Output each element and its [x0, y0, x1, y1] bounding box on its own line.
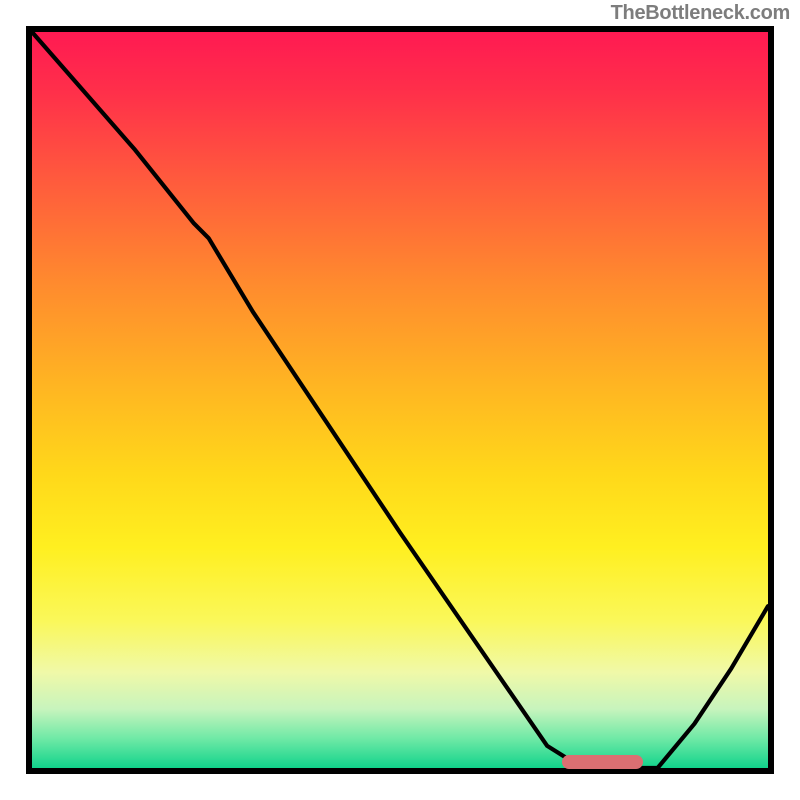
watermark-text: TheBottleneck.com — [611, 2, 790, 25]
bottleneck-marker — [562, 755, 643, 769]
plot-frame — [26, 26, 774, 774]
chart-stage: TheBottleneck.com — [0, 0, 800, 800]
bottleneck-curve — [32, 32, 768, 768]
